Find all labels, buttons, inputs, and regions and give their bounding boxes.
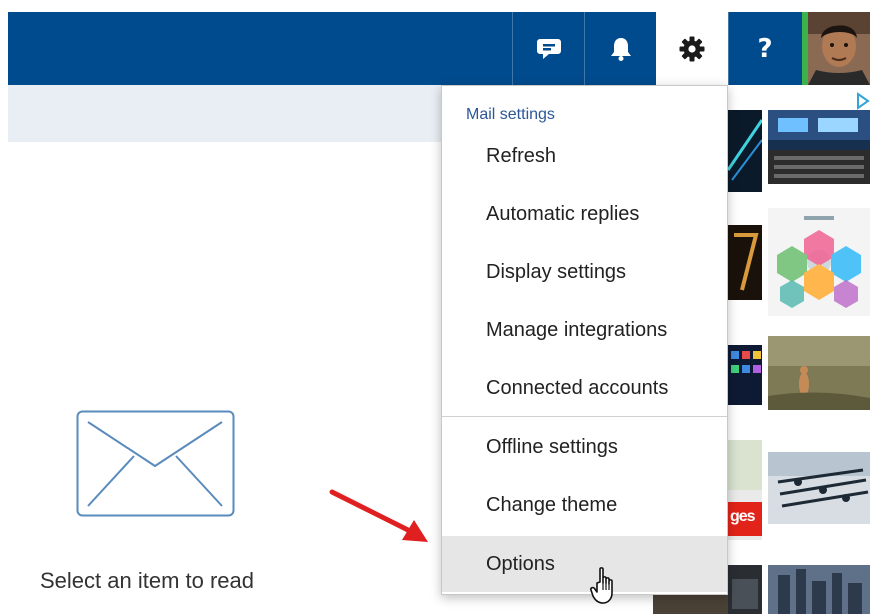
ad-tile[interactable]: [768, 336, 870, 410]
ad-tile[interactable]: [728, 565, 762, 614]
ad-tile[interactable]: [768, 452, 870, 524]
chat-button[interactable]: [512, 12, 585, 85]
settings-gear-button[interactable]: [656, 12, 728, 85]
menu-item-options[interactable]: Options: [442, 536, 727, 592]
ad-choices-icon[interactable]: [856, 92, 870, 110]
red-arrow-annotation: [329, 489, 428, 542]
menu-item-label: Automatic replies: [486, 202, 640, 225]
menu-item-manage-integrations[interactable]: Manage integrations: [442, 302, 727, 358]
ad-tile[interactable]: [768, 208, 870, 316]
menu-divider: [442, 416, 727, 417]
menu-item-display-settings[interactable]: Display settings: [442, 244, 727, 300]
menu-item-label: Refresh: [486, 144, 557, 167]
menu-item-label: Options: [486, 552, 555, 575]
ad-tile[interactable]: [728, 110, 762, 192]
help-icon: ?: [757, 33, 773, 64]
envelope-icon: [76, 410, 235, 517]
menu-item-label: Offline settings: [486, 435, 618, 458]
command-bar: [8, 85, 443, 142]
menu-item-change-theme[interactable]: Change theme: [442, 477, 727, 533]
ad-tile[interactable]: [768, 565, 870, 614]
settings-dropdown-menu: Mail settings Refresh Automatic replies …: [441, 85, 728, 595]
menu-item-label: Change theme: [486, 493, 618, 516]
menu-item-offline-settings[interactable]: Offline settings: [442, 419, 727, 475]
notifications-button[interactable]: [584, 12, 657, 85]
empty-reading-message: Select an item to read: [40, 568, 255, 593]
menu-item-automatic-replies[interactable]: Automatic replies: [442, 186, 727, 242]
menu-item-label: Display settings: [486, 260, 627, 283]
ad-tile[interactable]: [653, 594, 728, 614]
bell-icon: [611, 37, 631, 61]
ad-tile[interactable]: [728, 345, 762, 405]
menu-header: Mail settings: [466, 106, 555, 123]
menu-item-refresh[interactable]: Refresh: [442, 128, 727, 184]
menu-item-connected-accounts[interactable]: Connected accounts: [442, 360, 727, 416]
hand-pointer-cursor-icon: [590, 567, 613, 604]
ad-tile-text: ges: [730, 508, 756, 525]
avatar-image: [808, 12, 870, 85]
user-avatar[interactable]: [802, 12, 870, 85]
ad-tile[interactable]: [728, 225, 762, 300]
ad-tile[interactable]: ges: [728, 440, 762, 540]
help-button[interactable]: ?: [728, 12, 801, 85]
top-navigation-bar: ?: [0, 0, 870, 85]
ad-tile[interactable]: [768, 110, 870, 184]
chat-bubble-icon: [537, 38, 561, 59]
menu-item-label: Connected accounts: [486, 376, 669, 399]
menu-item-label: Manage integrations: [486, 318, 668, 341]
gear-icon: [679, 36, 705, 61]
